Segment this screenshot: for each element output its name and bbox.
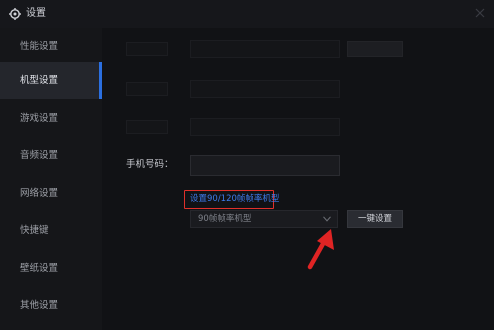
obscured-row-field bbox=[190, 40, 340, 58]
obscured-row-field bbox=[190, 118, 340, 136]
sidebar: 性能设置 机型设置 游戏设置 音频设置 网络设置 快捷键 壁纸设置 其他设置 bbox=[0, 28, 102, 330]
one-click-set-button[interactable]: 一键设置 bbox=[347, 210, 403, 228]
model-select-value: 90帧帧率机型 bbox=[198, 214, 252, 224]
sidebar-item-game[interactable]: 游戏设置 bbox=[0, 100, 102, 137]
sidebar-item-shortcuts[interactable]: 快捷键 bbox=[0, 212, 102, 249]
phone-number-label: 手机号码： bbox=[126, 159, 174, 170]
window-title: 设置 bbox=[26, 8, 46, 19]
sidebar-item-device-model[interactable]: 机型设置 bbox=[0, 62, 102, 99]
sidebar-item-other[interactable]: 其他设置 bbox=[0, 287, 102, 324]
chevron-down-icon bbox=[323, 216, 331, 222]
obscured-row-button bbox=[347, 41, 403, 57]
title-bar: 设置 bbox=[0, 0, 494, 28]
red-arrow-icon bbox=[307, 229, 334, 270]
sidebar-item-performance[interactable]: 性能设置 bbox=[0, 28, 102, 65]
sidebar-item-audio[interactable]: 音频设置 bbox=[0, 137, 102, 174]
sidebar-item-wallpaper[interactable]: 壁纸设置 bbox=[0, 250, 102, 287]
obscured-row-label bbox=[126, 120, 168, 134]
frame-rate-model-link[interactable]: 设置90/120帧帧率机型 bbox=[190, 194, 279, 205]
obscured-row-label bbox=[126, 42, 168, 56]
sidebar-item-network[interactable]: 网络设置 bbox=[0, 175, 102, 212]
obscured-row-field bbox=[190, 80, 340, 98]
settings-panel bbox=[102, 28, 494, 330]
gear-icon bbox=[9, 8, 21, 20]
obscured-row-label bbox=[126, 82, 168, 96]
phone-number-input[interactable] bbox=[190, 155, 340, 176]
close-icon[interactable] bbox=[472, 5, 488, 21]
